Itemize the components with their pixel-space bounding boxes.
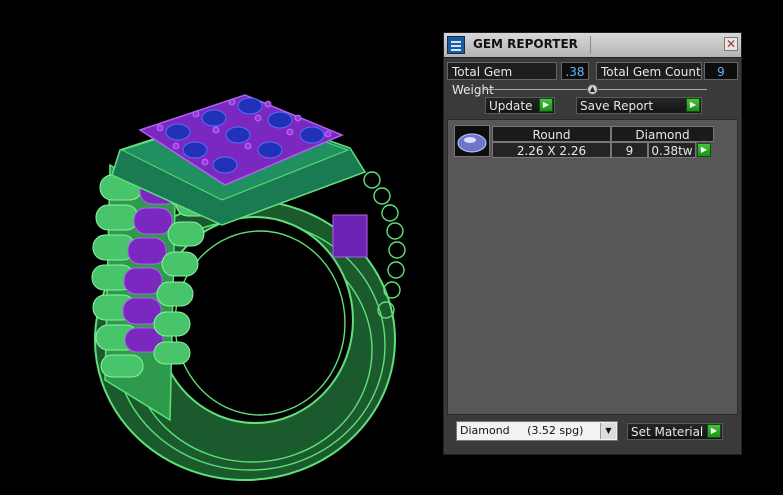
save-report-button[interactable]: Save Report: [576, 97, 702, 114]
header-shape: Round: [492, 126, 611, 142]
panel-title: GEM REPORTER: [473, 37, 578, 51]
set-material-play-icon[interactable]: ▶: [707, 424, 721, 438]
chevron-down-icon[interactable]: ▼: [600, 423, 616, 439]
total-gem-weight-label: Total Gem Weight: [447, 62, 557, 97]
round-gem-thumbnail[interactable]: [454, 125, 490, 157]
title-bar[interactable]: GEM REPORTER ✕: [444, 33, 741, 58]
header-material: Diamond: [611, 126, 714, 142]
row-play-icon[interactable]: ▶: [697, 143, 711, 157]
3d-viewport[interactable]: [0, 0, 440, 495]
close-button[interactable]: ✕: [724, 37, 738, 51]
cell-weight: 0.38tw: [648, 142, 696, 158]
total-gem-count-label: Total Gem Count: [596, 62, 702, 80]
update-play-icon[interactable]: ▶: [539, 98, 553, 112]
total-gem-count-value: 9: [704, 62, 738, 80]
material-dropdown[interactable]: Diamond (3.52 spg) ▼: [456, 421, 618, 441]
gem-list[interactable]: Round Diamond 2.26 X 2.26 9 0.38tw ▶: [447, 119, 738, 415]
gem-reporter-icon: [447, 36, 465, 54]
total-gem-weight-value: .38: [561, 62, 589, 80]
gem-reporter-panel: GEM REPORTER ✕ Total Gem Weight .38 Tota…: [443, 32, 742, 455]
cell-count: 9: [611, 142, 648, 158]
ring-render: [91, 94, 406, 481]
title-divider: [590, 36, 591, 54]
material-value: Diamond (3.52 spg): [460, 424, 584, 437]
slider-handle[interactable]: ▲: [587, 84, 598, 95]
save-report-label: Save Report: [580, 99, 654, 113]
gem-icon: [457, 133, 487, 153]
set-material-label: Set Material: [631, 425, 704, 439]
save-report-play-icon[interactable]: ▶: [686, 98, 700, 112]
cell-size: 2.26 X 2.26: [492, 142, 611, 158]
update-label: Update: [489, 99, 533, 113]
